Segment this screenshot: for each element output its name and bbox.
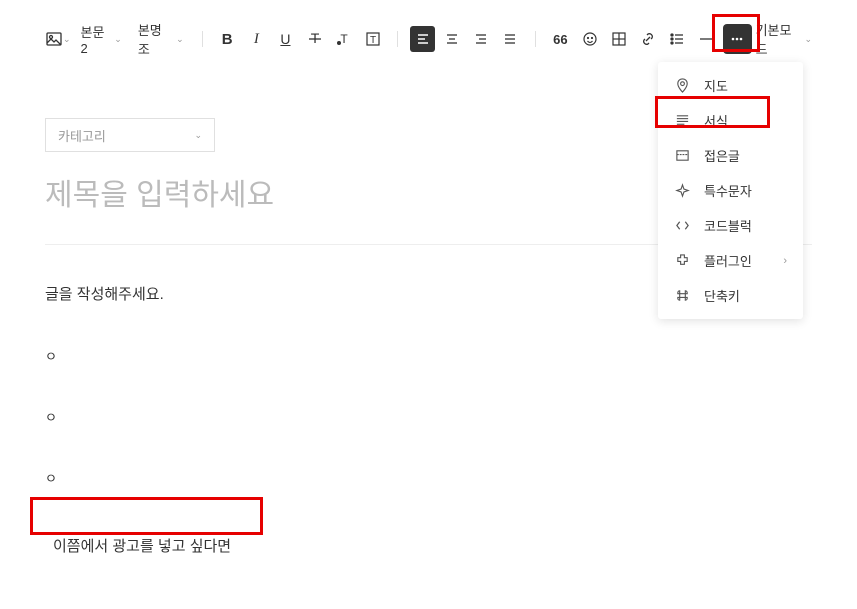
quote-button[interactable]: 66	[548, 26, 573, 52]
paragraph-style-select[interactable]: 본문2 ⌄	[75, 22, 128, 56]
image-button[interactable]: ⌄	[45, 26, 71, 52]
dropdown-item-plugin[interactable]: 플러그인 ›	[658, 243, 803, 278]
italic-button[interactable]: I	[244, 26, 269, 52]
dropdown-item-special-char[interactable]: 특수문자	[658, 173, 803, 208]
body-text[interactable]: ㅇ	[45, 346, 812, 365]
mode-select[interactable]: 기본모드 ⌄	[756, 20, 812, 58]
dropdown-item-fold[interactable]: 접은글	[658, 138, 803, 173]
dropdown-label: 지도	[704, 76, 728, 95]
body-text[interactable]: ㅇ	[45, 407, 812, 426]
dropdown-label: 특수문자	[704, 181, 752, 200]
chevron-down-icon: ⌄	[114, 34, 122, 45]
body-text[interactable]: ㅇ	[45, 468, 812, 487]
shortcut-icon	[674, 288, 690, 304]
dropdown-item-map[interactable]: 지도	[658, 68, 803, 103]
table-button[interactable]	[606, 26, 631, 52]
chevron-down-icon: ⌄	[804, 34, 812, 45]
fold-icon	[674, 148, 690, 164]
list-button[interactable]	[664, 26, 689, 52]
template-icon	[674, 113, 690, 129]
chevron-right-icon: ›	[783, 255, 787, 267]
divider	[397, 31, 398, 47]
underline-button[interactable]: U	[273, 26, 298, 52]
more-dropdown: 지도 서식 접은글 특수문자 코드블럭 플러그인 › 단축키	[658, 62, 803, 319]
more-button[interactable]	[723, 24, 752, 54]
hr-button[interactable]	[693, 26, 718, 52]
link-button[interactable]	[635, 26, 660, 52]
svg-text:T: T	[370, 35, 376, 46]
dropdown-label: 코드블럭	[704, 216, 752, 235]
category-select[interactable]: 카테고리 ⌄	[45, 118, 215, 152]
dropdown-item-shortcut[interactable]: 단축키	[658, 278, 803, 313]
special-char-icon	[674, 183, 690, 199]
chevron-down-icon: ⌄	[194, 130, 202, 141]
map-pin-icon	[674, 78, 690, 94]
dropdown-label: 단축키	[704, 286, 740, 305]
bold-button[interactable]: B	[215, 26, 240, 52]
text-background-button[interactable]: T	[360, 26, 385, 52]
divider	[202, 31, 203, 47]
dropdown-item-codeblock[interactable]: 코드블럭	[658, 208, 803, 243]
dropdown-label: 서식	[704, 111, 728, 130]
plugin-icon	[674, 253, 690, 269]
dropdown-label: 플러그인	[704, 251, 752, 270]
svg-text:T: T	[340, 32, 348, 46]
align-left-button[interactable]	[410, 26, 435, 52]
chevron-down-icon: ⌄	[176, 34, 184, 45]
chevron-down-icon: ⌄	[63, 34, 71, 45]
dropdown-item-template[interactable]: 서식	[658, 103, 803, 138]
emoji-button[interactable]	[577, 26, 602, 52]
divider	[535, 31, 536, 47]
strikethrough-button[interactable]: T	[302, 26, 327, 52]
code-icon	[674, 218, 690, 234]
body-text[interactable]: 이쯤에서 광고를 넣고 싶다면	[45, 529, 239, 562]
font-family-select[interactable]: 본명조 ⌄	[132, 20, 190, 58]
dropdown-label: 접은글	[704, 146, 740, 165]
text-color-button[interactable]: T	[331, 26, 356, 52]
align-center-button[interactable]	[439, 26, 464, 52]
align-justify-button[interactable]	[498, 26, 523, 52]
align-right-button[interactable]	[469, 26, 494, 52]
